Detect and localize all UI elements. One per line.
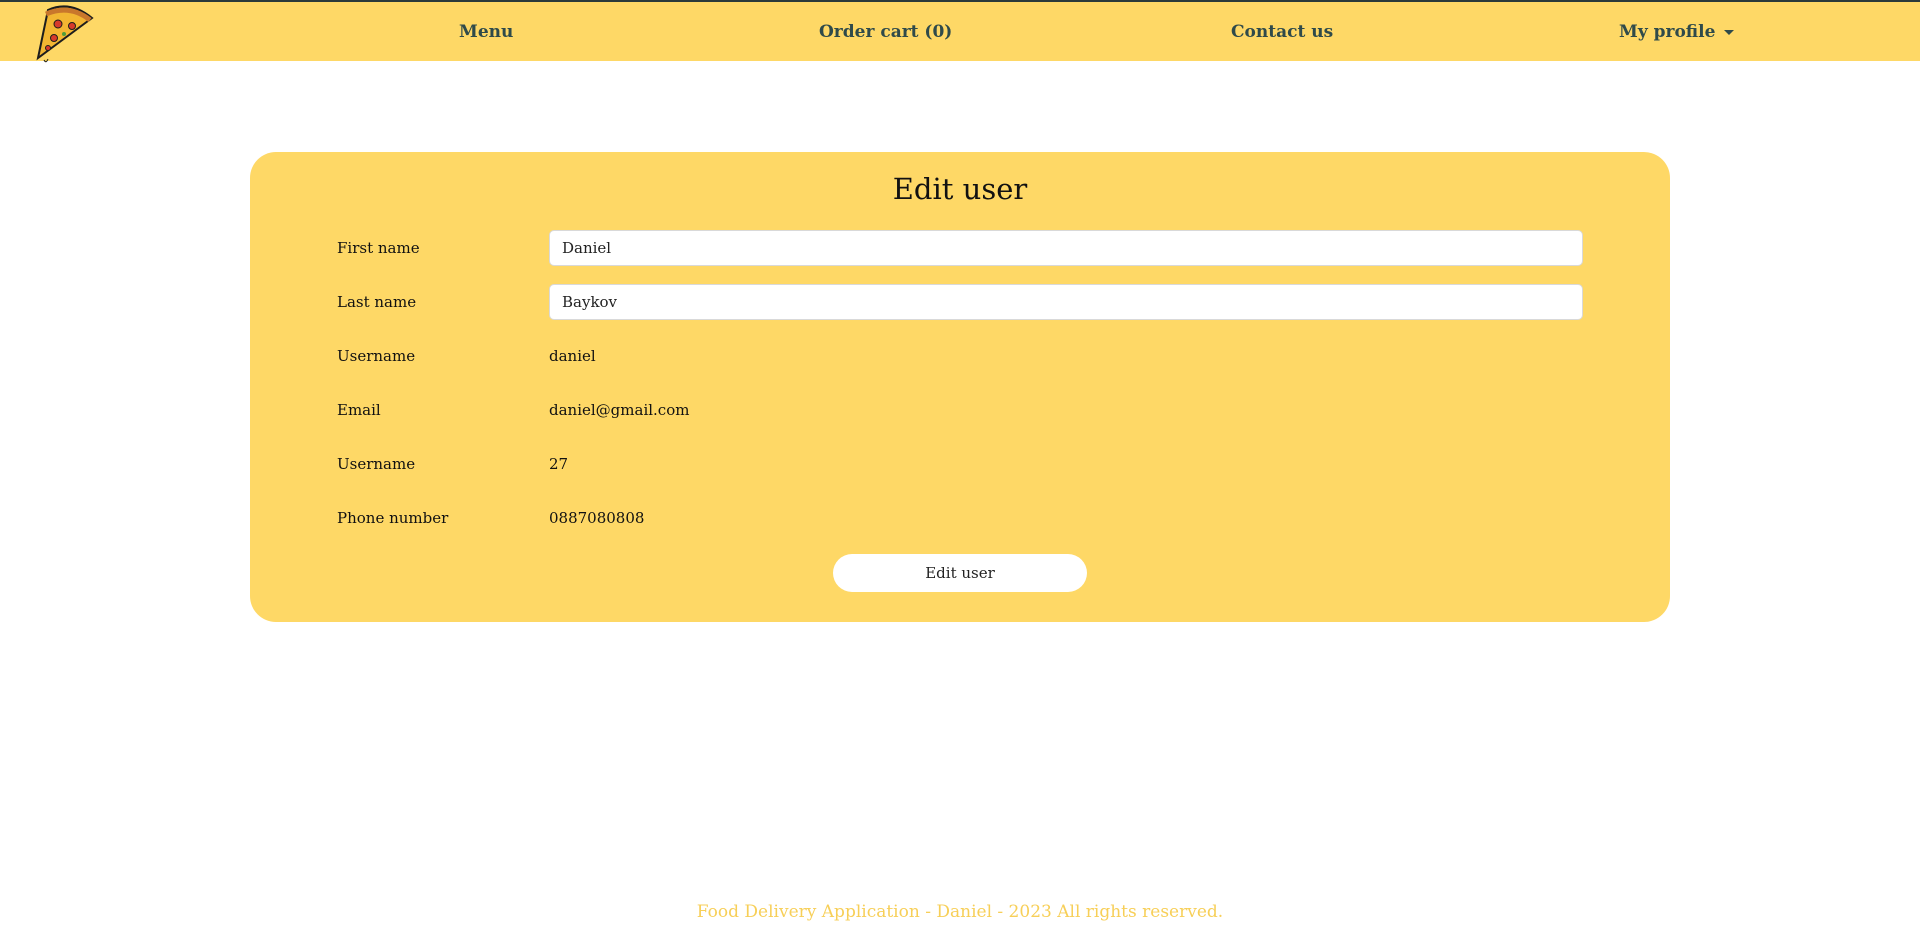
email-value: daniel@gmail.com <box>549 401 690 419</box>
nav-profile-dropdown[interactable]: My profile <box>1619 22 1735 42</box>
form-title: Edit user <box>892 172 1028 206</box>
phone-label: Phone number <box>337 509 449 527</box>
edit-user-button[interactable]: Edit user <box>833 554 1087 592</box>
nav-contact-link[interactable]: Contact us <box>1231 22 1333 42</box>
username-label: Username <box>337 347 416 365</box>
nav-order-cart-link[interactable]: Order cart (0) <box>819 22 952 42</box>
pizza-logo-icon[interactable] <box>34 2 96 66</box>
caret-down-icon <box>1724 30 1735 35</box>
age-value: 27 <box>549 455 569 473</box>
first-name-input[interactable] <box>549 230 1583 266</box>
edit-user-card: Edit user First name Last name Username … <box>250 152 1670 622</box>
footer-copyright: Food Delivery Application - Daniel - 202… <box>696 902 1224 922</box>
username-value: daniel <box>549 347 596 365</box>
navbar: Menu Order cart (0) Contact us My profil… <box>0 0 1920 63</box>
last-name-label: Last name <box>337 293 417 311</box>
phone-value: 0887080808 <box>549 509 645 527</box>
age-label: Username <box>337 455 416 473</box>
nav-menu-link[interactable]: Menu <box>459 22 513 42</box>
nav-profile-label: My profile <box>1619 22 1716 42</box>
last-name-input[interactable] <box>549 284 1583 320</box>
email-label: Email <box>337 401 381 419</box>
first-name-label: First name <box>337 239 420 257</box>
